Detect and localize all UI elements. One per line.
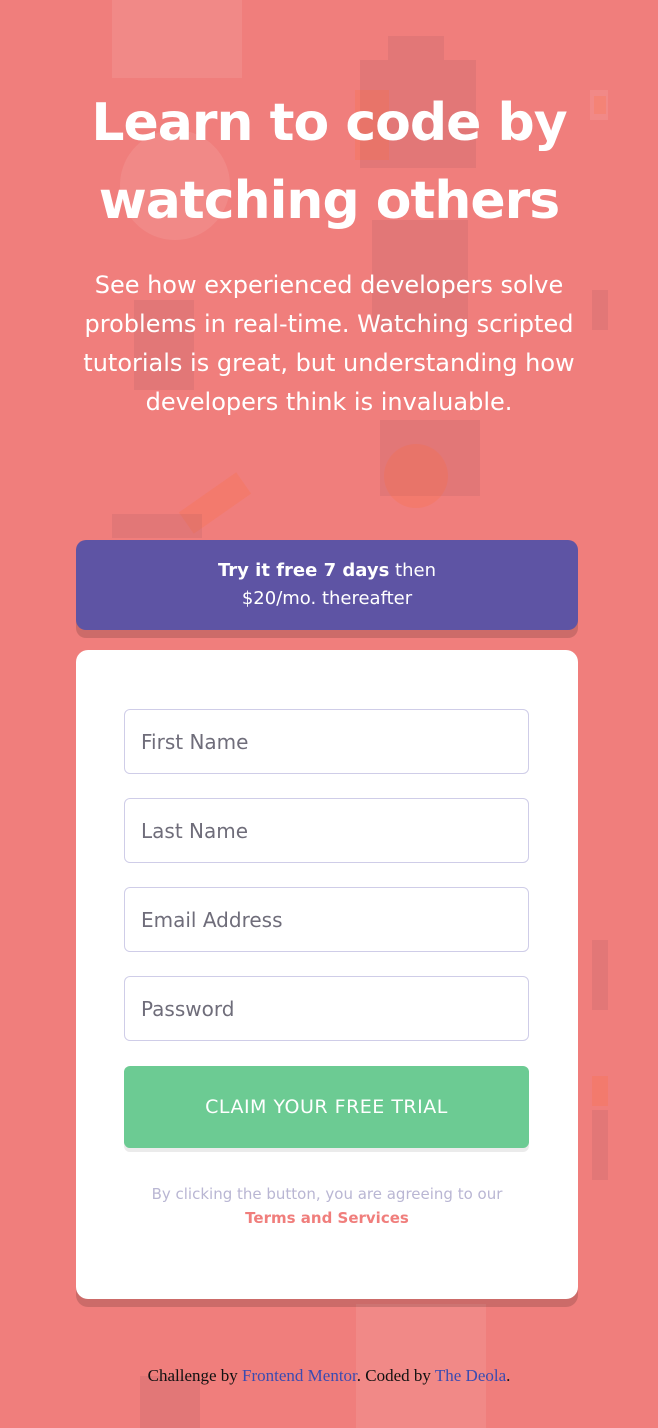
trial-offer-line-1: Try it free 7 days then <box>218 557 436 585</box>
attribution-prefix: Challenge by <box>147 1366 243 1385</box>
attribution-middle: . Coded by <box>356 1366 435 1385</box>
page-title: Learn to code by watching others <box>91 93 567 231</box>
trial-offer-line-2: $20/mo. thereafter <box>241 588 413 609</box>
trial-offer-highlight: Try it free 7 days <box>218 560 390 581</box>
signup-form: CLAIM YOUR FREE TRIAL By clicking the bu… <box>76 650 578 1299</box>
author-link[interactable]: The Deola <box>435 1366 506 1385</box>
last-name-input[interactable] <box>124 798 529 863</box>
terms-notice: By clicking the button, you are agreeing… <box>116 1182 538 1230</box>
terms-text: By clicking the button, you are agreeing… <box>151 1185 503 1203</box>
trial-offer-rest: then <box>389 560 436 581</box>
trial-offer-banner: Try it free 7 days then $20/mo. thereaft… <box>76 540 578 630</box>
attribution-footer: Challenge by Frontend Mentor. Coded by T… <box>0 1366 658 1386</box>
terms-link[interactable]: Terms and Services <box>116 1206 538 1230</box>
page-description: See how experienced developers solve pro… <box>83 271 575 416</box>
email-input[interactable] <box>124 887 529 952</box>
first-name-input[interactable] <box>124 709 529 774</box>
password-input[interactable] <box>124 976 529 1041</box>
frontend-mentor-link[interactable]: Frontend Mentor <box>242 1366 357 1385</box>
attribution-suffix: . <box>506 1366 511 1385</box>
claim-free-trial-button[interactable]: CLAIM YOUR FREE TRIAL <box>124 1066 529 1148</box>
